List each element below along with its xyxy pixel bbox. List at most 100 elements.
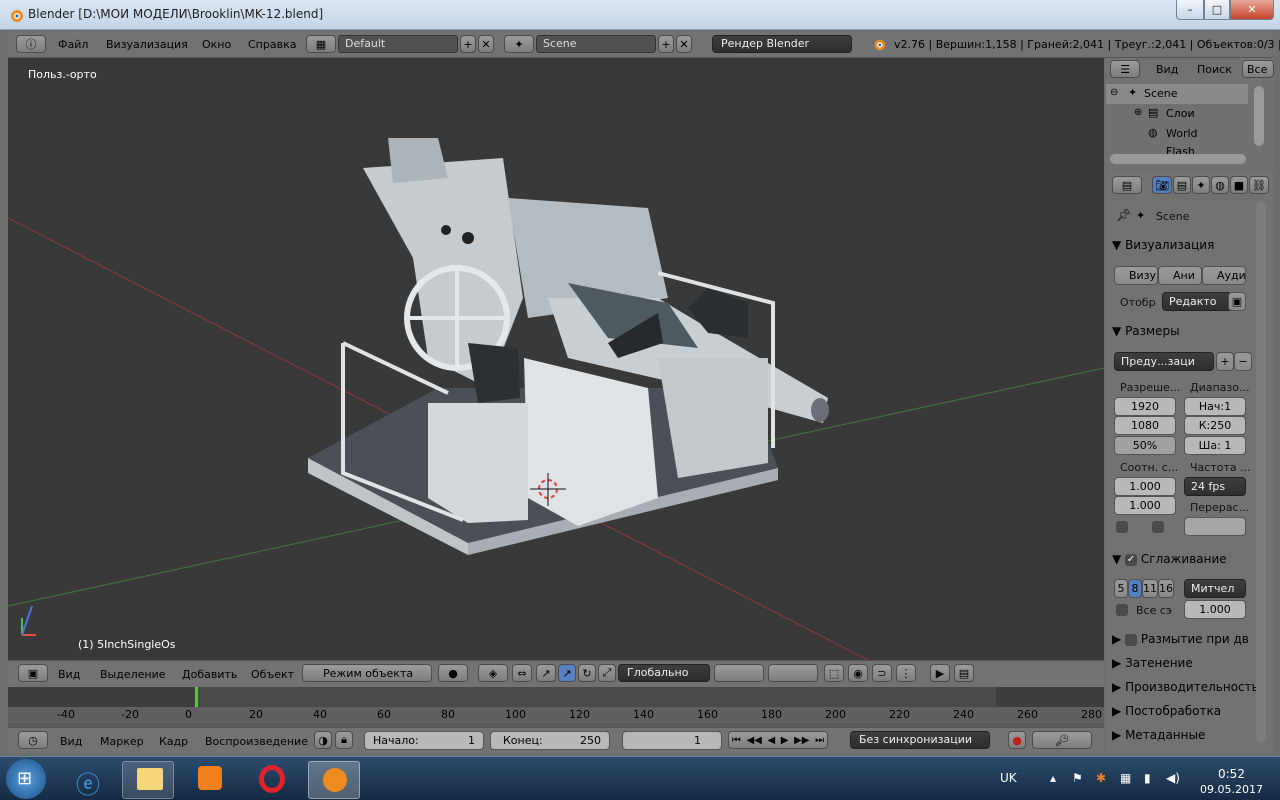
remove-preset-icon[interactable]: − bbox=[1234, 352, 1252, 371]
panel-motion-blur-header[interactable]: ▶ Размытие при дв bbox=[1112, 632, 1249, 646]
layers-group-1[interactable] bbox=[714, 664, 764, 682]
layers-group-2[interactable] bbox=[768, 664, 818, 682]
menu-view[interactable]: Вид bbox=[58, 668, 80, 681]
add-preset-icon[interactable]: + bbox=[1216, 352, 1234, 371]
render-animation-button[interactable]: Ани bbox=[1158, 266, 1202, 285]
frame-end-field[interactable]: К:250 bbox=[1184, 416, 1246, 435]
lock-interface-icon[interactable]: ▣ bbox=[1228, 292, 1246, 311]
language-indicator[interactable]: UK bbox=[1000, 771, 1017, 785]
outliner-row-flash[interactable]: Flash bbox=[1106, 144, 1248, 154]
render-still-button[interactable]: Визу bbox=[1114, 266, 1158, 285]
translate-icon[interactable]: ↗ bbox=[536, 664, 556, 682]
info-editor-type-button[interactable]: ⓘ bbox=[16, 35, 46, 53]
jump-start-icon[interactable]: ⏮ bbox=[732, 735, 741, 746]
scene-tab-icon[interactable]: ✦ bbox=[1192, 176, 1210, 194]
frame-start-field[interactable]: Нач:1 bbox=[1184, 397, 1246, 416]
aa-samples-5[interactable]: 5 bbox=[1114, 579, 1128, 598]
timeline[interactable]: -40 -20 0 20 40 60 80 100 120 140 160 180 200 220 240 2… bbox=[8, 687, 1104, 727]
render-engine-select[interactable]: Рендер Blender bbox=[712, 35, 852, 53]
render-tab-icon[interactable]: 📷︎ bbox=[1152, 176, 1172, 194]
next-key-icon[interactable]: ▶▶ bbox=[794, 735, 809, 746]
frame-step-field[interactable]: Ша: 1 bbox=[1184, 436, 1246, 455]
proportional-edit-icon[interactable]: ◉ bbox=[848, 664, 868, 682]
taskbar-explorer-icon[interactable] bbox=[122, 761, 174, 799]
panel-dimensions-header[interactable]: ▼ Размеры bbox=[1112, 324, 1180, 338]
menu-timeline-view[interactable]: Вид bbox=[60, 735, 82, 748]
time-remap-field[interactable] bbox=[1184, 517, 1246, 536]
snap-element-icon[interactable]: ⋮ bbox=[896, 664, 916, 682]
pivot-icon[interactable]: ◈ bbox=[478, 664, 508, 682]
border-checkbox[interactable] bbox=[1116, 521, 1128, 533]
add-screen-icon[interactable]: + bbox=[460, 35, 476, 53]
orientation-select[interactable]: Глобально bbox=[618, 664, 710, 682]
menu-render[interactable]: Визуализация bbox=[106, 38, 188, 51]
scene-icon[interactable]: ✦ bbox=[504, 35, 534, 53]
maximize-button[interactable]: □ bbox=[1204, 0, 1230, 20]
menu-object[interactable]: Объект bbox=[251, 668, 294, 681]
gun-model[interactable] bbox=[308, 138, 829, 555]
current-frame-field[interactable]: 1 bbox=[622, 731, 722, 750]
close-button[interactable]: ✕ bbox=[1230, 0, 1274, 20]
rotate-tool-icon[interactable]: ↻ bbox=[578, 664, 596, 682]
aa-samples-11[interactable]: 11 bbox=[1142, 579, 1158, 598]
taskbar-ie-icon[interactable]: ⓔ bbox=[62, 761, 114, 799]
render-still-icon[interactable]: ▶ bbox=[930, 664, 950, 682]
world-tab-icon[interactable]: ◍ bbox=[1211, 176, 1229, 194]
properties-panel[interactable]: ▤ 📷︎ ▤ ✦ ◍ ■ ⛓︎ 📌︎ ✦ Scene ▼ Визуализаци… bbox=[1106, 172, 1274, 753]
outliner-menu-view[interactable]: Вид bbox=[1156, 63, 1178, 76]
menu-playback[interactable]: Воспроизведение bbox=[205, 735, 308, 748]
resolution-percent-field[interactable]: 50% bbox=[1114, 436, 1176, 455]
remove-scene-icon[interactable]: ✕ bbox=[676, 35, 692, 53]
outliner-row-layers[interactable]: ⊕ ▤ Слои bbox=[1106, 104, 1248, 124]
clock-date[interactable]: 09.05.2017 bbox=[1200, 783, 1263, 796]
aspect-y-field[interactable]: 1.000 bbox=[1114, 496, 1176, 515]
pin-icon[interactable]: 📌︎ bbox=[1116, 208, 1131, 222]
screen-layout-field[interactable]: Default bbox=[338, 35, 458, 53]
start-frame-field[interactable]: Начало: 1 bbox=[364, 731, 484, 750]
object-tab-icon[interactable]: ■ bbox=[1230, 176, 1248, 194]
move-tool-icon[interactable]: ↗ bbox=[558, 664, 576, 682]
taskbar-media-icon[interactable] bbox=[184, 761, 236, 799]
antialiasing-checkbox[interactable]: ✓ bbox=[1125, 553, 1138, 566]
clock-time[interactable]: 0:52 bbox=[1218, 767, 1245, 781]
viewport-shading-icon[interactable]: ● bbox=[438, 664, 468, 682]
taskbar-blender-icon[interactable] bbox=[308, 761, 360, 799]
constraints-tab-icon[interactable]: ⛓︎ bbox=[1249, 176, 1269, 194]
menu-help[interactable]: Справка bbox=[248, 38, 296, 51]
play-icon[interactable]: ▶ bbox=[781, 735, 789, 746]
outliner-editor-type-button[interactable]: ☰ bbox=[1110, 60, 1140, 78]
resolution-y-field[interactable]: 1080 bbox=[1114, 416, 1176, 435]
minimize-button[interactable]: – bbox=[1176, 0, 1204, 20]
aa-size-field[interactable]: 1.000 bbox=[1184, 600, 1246, 619]
aspect-x-field[interactable]: 1.000 bbox=[1114, 477, 1176, 496]
tray-network-icon[interactable]: ▦ bbox=[1120, 771, 1131, 785]
remove-screen-icon[interactable]: ✕ bbox=[478, 35, 494, 53]
render-audio-button[interactable]: Ауди bbox=[1202, 266, 1246, 285]
menu-marker[interactable]: Маркер bbox=[100, 735, 144, 748]
mode-select[interactable]: Режим объекта bbox=[302, 664, 432, 682]
crop-checkbox[interactable] bbox=[1152, 521, 1164, 533]
resolution-x-field[interactable]: 1920 bbox=[1114, 397, 1176, 416]
end-frame-field[interactable]: Конец: 250 bbox=[490, 731, 610, 750]
preview-range-icon[interactable]: ◑ bbox=[314, 731, 332, 749]
panel-metadata-header[interactable]: ▶ Метаданные bbox=[1112, 728, 1205, 742]
tray-arrow-icon[interactable]: ▴ bbox=[1050, 771, 1056, 785]
timeline-ruler[interactable]: -40 -20 0 20 40 60 80 100 120 140 160 180 200 220 240 2… bbox=[8, 707, 1104, 723]
manipulator-icon[interactable]: ⇔ bbox=[512, 664, 532, 682]
render-anim-icon[interactable]: ▤ bbox=[954, 664, 974, 682]
jump-end-icon[interactable]: ⏭ bbox=[815, 735, 824, 746]
3d-viewport[interactable]: Польз.-орто (1) 5InchSingleOs bbox=[8, 58, 1104, 660]
outliner-hscrollbar[interactable] bbox=[1110, 154, 1246, 164]
snap-icon[interactable]: ⊃ bbox=[872, 664, 892, 682]
panel-antialiasing-header[interactable]: ▼ ✓ Сглаживание bbox=[1112, 552, 1227, 566]
motion-blur-checkbox[interactable] bbox=[1125, 633, 1138, 646]
keying-icon[interactable]: 🔑︎ bbox=[1032, 731, 1092, 749]
outliner-vscrollbar[interactable] bbox=[1254, 86, 1264, 146]
menu-file[interactable]: Файл bbox=[58, 38, 88, 51]
sync-select[interactable]: Без синхронизации bbox=[850, 731, 990, 749]
tray-signal-icon[interactable]: ▮ bbox=[1144, 771, 1151, 785]
menu-window[interactable]: Окно bbox=[202, 38, 231, 51]
expand-icon[interactable]: ⊕ bbox=[1134, 107, 1142, 118]
frame-rate-select[interactable]: 24 fps bbox=[1184, 477, 1246, 496]
viewport-canvas[interactable] bbox=[8, 58, 1104, 660]
